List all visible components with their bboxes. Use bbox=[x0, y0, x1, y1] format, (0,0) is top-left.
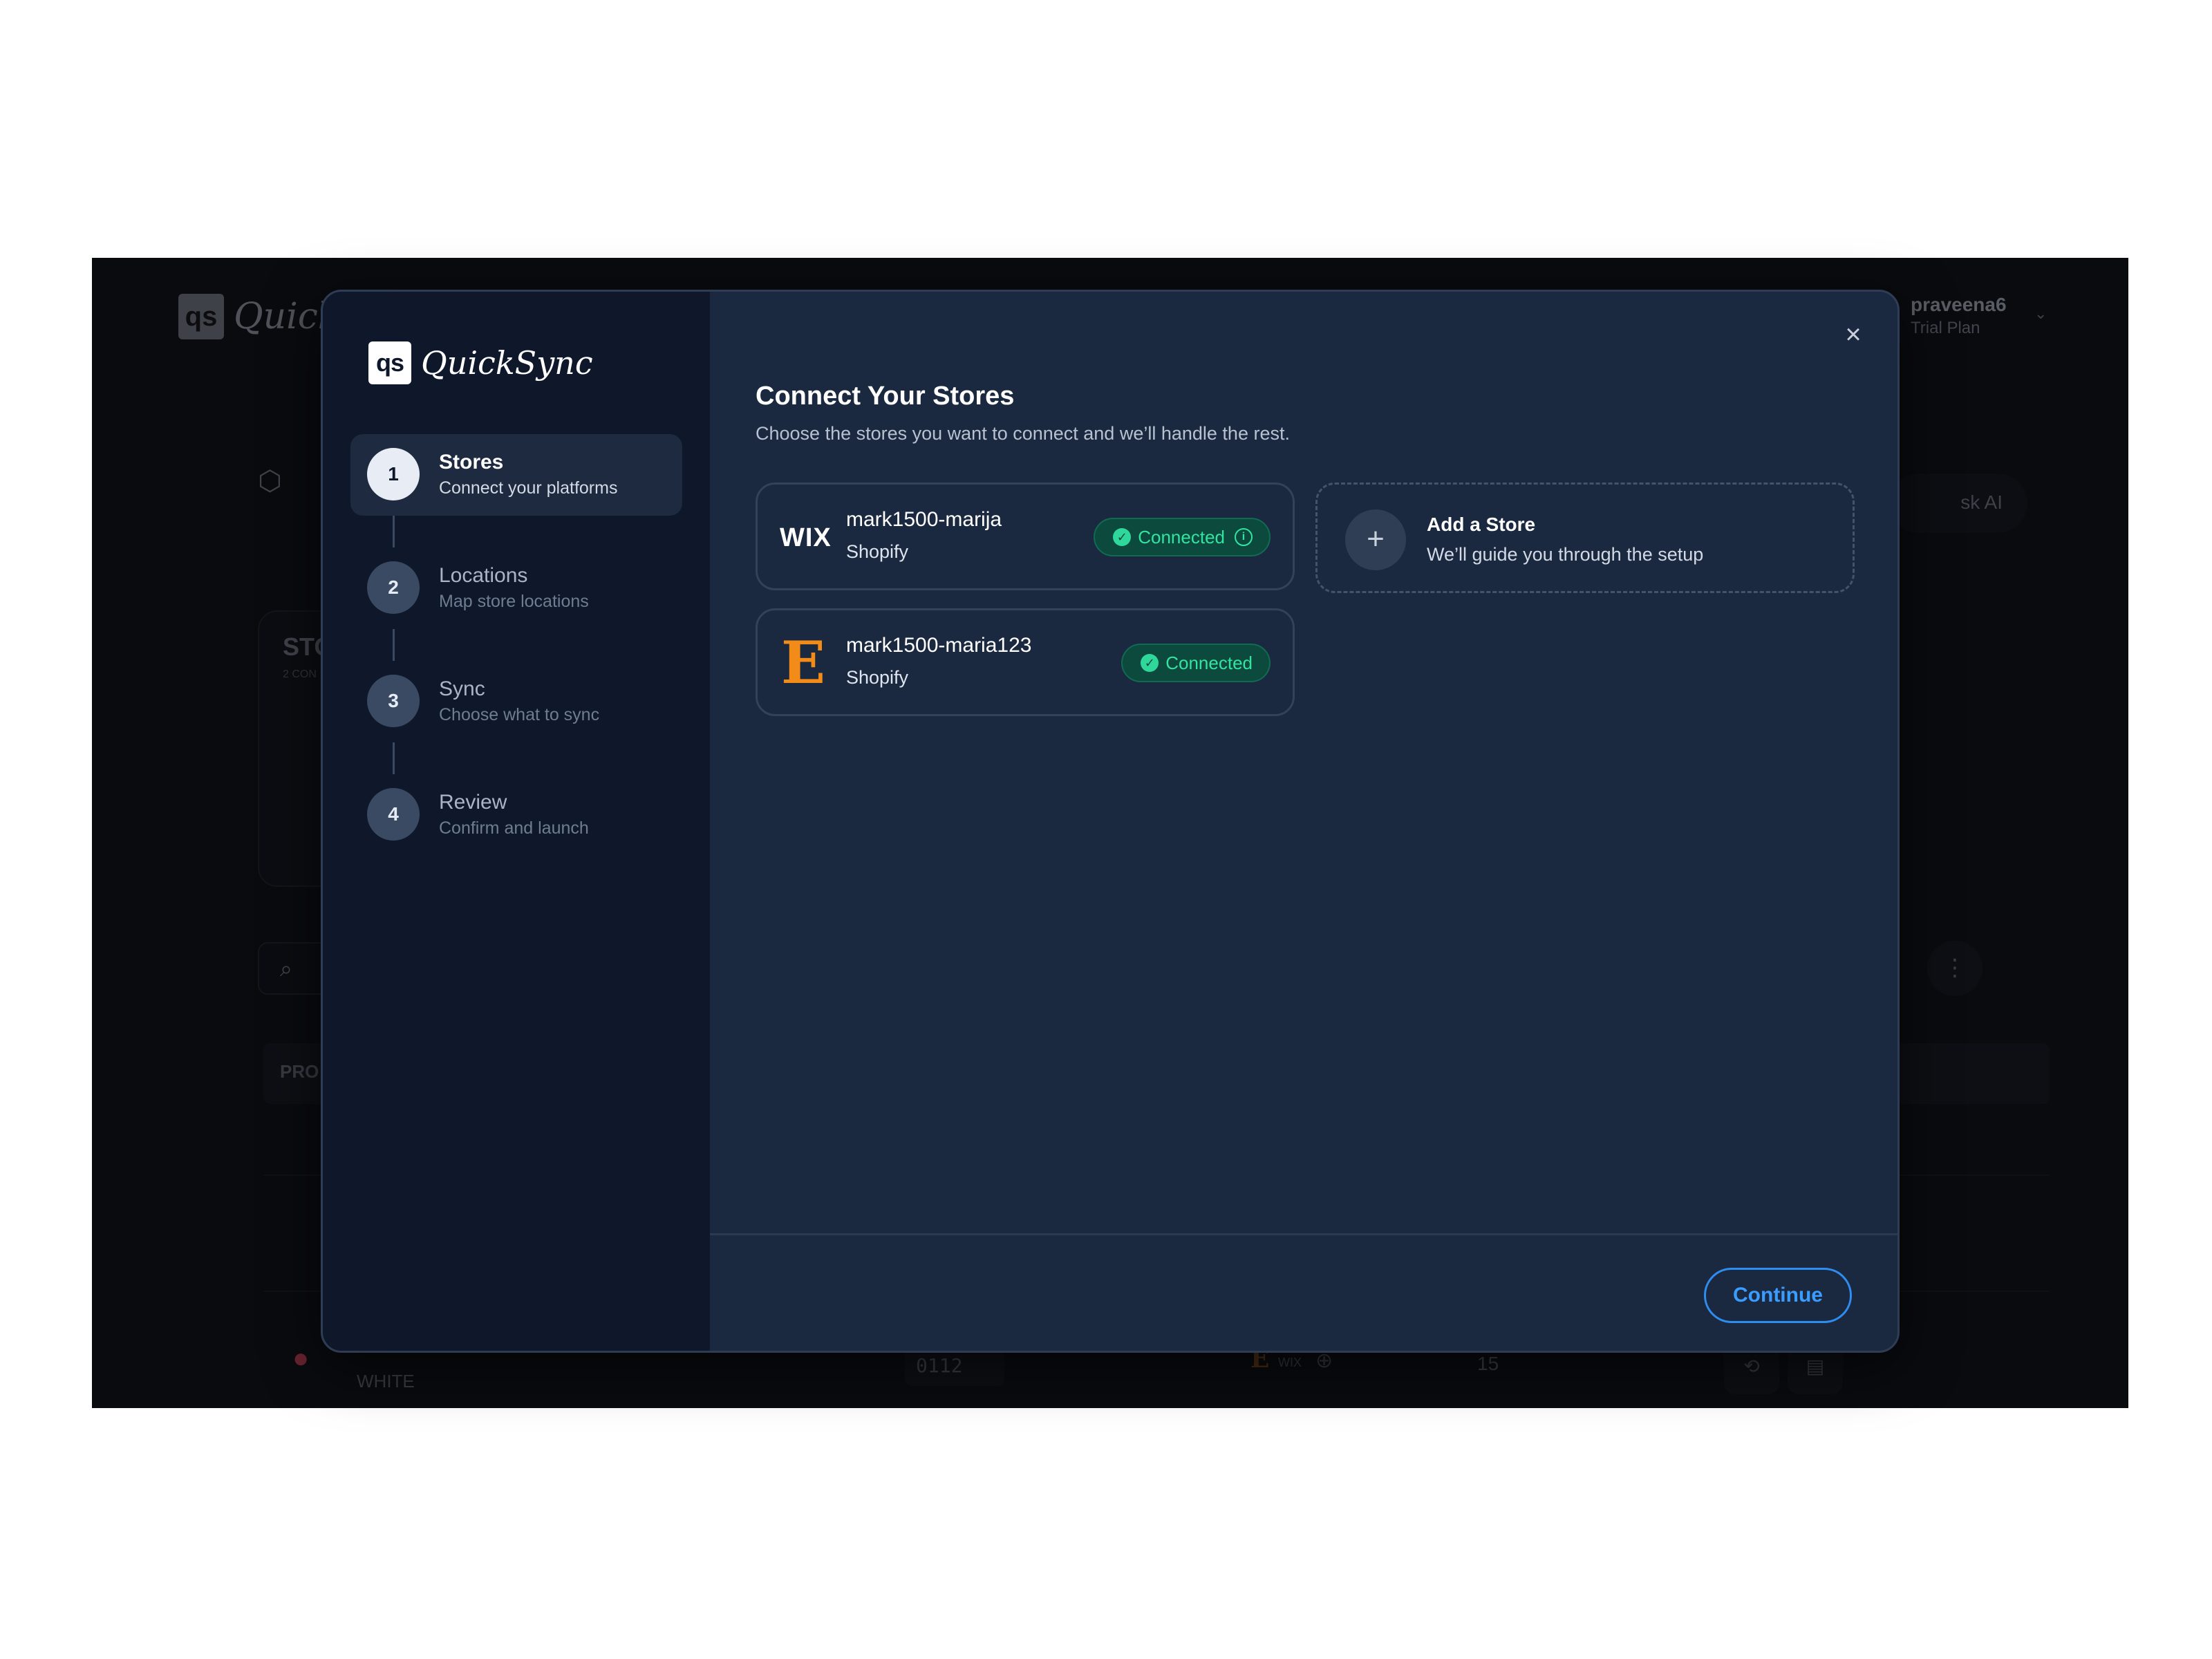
wix-logo-icon: WIX bbox=[780, 523, 832, 552]
info-icon[interactable]: i bbox=[1235, 528, 1253, 546]
row-quantity: 15 bbox=[1477, 1353, 1499, 1374]
step-stores[interactable]: 1 Stores Connect your platforms bbox=[350, 434, 682, 516]
add-store-subtitle: We’ll guide you through the setup bbox=[1427, 544, 1704, 565]
search-icon: ⌕ bbox=[280, 956, 292, 981]
chevron-down-icon[interactable]: ⌄ bbox=[2034, 305, 2047, 323]
cube-icon: ⬡ bbox=[258, 466, 282, 496]
store-platform: Shopify bbox=[846, 541, 909, 562]
page-subtitle: Choose the stores you want to connect an… bbox=[756, 423, 1290, 444]
quicksync-wordmark: QuickSync bbox=[421, 344, 593, 382]
step-connector bbox=[393, 516, 395, 547]
step-subtitle: Confirm and launch bbox=[439, 818, 589, 838]
step-locations[interactable]: 2 Locations Map store locations bbox=[350, 547, 682, 629]
more-options-button[interactable]: ⋮ bbox=[1927, 941, 1983, 996]
step-subtitle: Choose what to sync bbox=[439, 705, 600, 724]
store-card-etsy[interactable]: E mark1500-maria123 Shopify ✓ Connected bbox=[756, 608, 1295, 716]
step-connector bbox=[393, 742, 395, 774]
connect-stores-modal: qs QuickSync 1 Stores Connect your platf… bbox=[321, 290, 1900, 1353]
footer-divider bbox=[710, 1233, 1897, 1235]
stores-card-subtitle: 2 CON bbox=[283, 668, 317, 680]
step-sync[interactable]: 3 Sync Choose what to sync bbox=[350, 661, 682, 742]
step-connector bbox=[393, 629, 395, 661]
quicksync-logo-mark: qs bbox=[368, 341, 411, 384]
step-title: Sync bbox=[439, 677, 485, 700]
check-circle-icon: ✓ bbox=[1113, 528, 1132, 546]
ask-ai-button[interactable]: sk AI bbox=[1889, 474, 2027, 533]
user-name: praveena6 bbox=[1911, 294, 2007, 315]
user-menu[interactable]: praveena6 Trial Plan bbox=[1911, 294, 2007, 338]
user-plan: Trial Plan bbox=[1911, 319, 1980, 337]
etsy-logo-icon: E bbox=[781, 628, 826, 697]
step-number: 4 bbox=[367, 788, 420, 841]
store-name: mark1500-maria123 bbox=[846, 634, 1032, 657]
table-header-product: PRO bbox=[280, 1061, 319, 1082]
lock-icon: ● bbox=[292, 1343, 310, 1374]
app-logo-mark: qs bbox=[178, 294, 224, 339]
step-review[interactable]: 4 Review Confirm and launch bbox=[350, 774, 682, 856]
row-channel-wix: WIX bbox=[1278, 1356, 1302, 1369]
connected-badge: ✓ Connected i bbox=[1094, 518, 1271, 556]
close-button[interactable]: × bbox=[1835, 317, 1871, 353]
step-subtitle: Connect your platforms bbox=[439, 478, 618, 498]
quicksync-logo: qs QuickSync bbox=[368, 341, 593, 384]
page-title: Connect Your Stores bbox=[756, 382, 1015, 411]
step-number: 2 bbox=[367, 561, 420, 614]
wizard-sidebar: qs QuickSync 1 Stores Connect your platf… bbox=[323, 292, 710, 1351]
wizard-main: × Connect Your Stores Choose the stores … bbox=[710, 292, 1897, 1351]
step-title: Locations bbox=[439, 564, 528, 587]
store-platform: Shopify bbox=[846, 667, 909, 688]
connected-badge: ✓ Connected bbox=[1121, 644, 1271, 682]
step-number: 3 bbox=[367, 675, 420, 727]
step-subtitle: Map store locations bbox=[439, 592, 589, 611]
add-store-card[interactable]: + Add a Store We’ll guide you through th… bbox=[1315, 482, 1855, 593]
step-number: 1 bbox=[367, 448, 420, 500]
ask-ai-label: sk AI bbox=[1960, 491, 2003, 513]
step-title: Review bbox=[439, 791, 507, 814]
continue-button[interactable]: Continue bbox=[1704, 1268, 1852, 1323]
check-circle-icon: ✓ bbox=[1141, 654, 1159, 672]
add-store-title: Add a Store bbox=[1427, 514, 1536, 535]
wizard-steps: 1 Stores Connect your platforms 2 Locati… bbox=[350, 434, 682, 888]
store-card-wix[interactable]: WIX mark1500-marija Shopify ✓ Connected … bbox=[756, 482, 1295, 590]
row-variant: WHITE bbox=[357, 1371, 415, 1391]
step-title: Stores bbox=[439, 451, 504, 474]
store-name: mark1500-marija bbox=[846, 508, 1002, 531]
plus-icon: + bbox=[1345, 509, 1406, 570]
row-sku[interactable]: 0112 bbox=[905, 1347, 1004, 1386]
status-label: Connected bbox=[1165, 652, 1253, 673]
status-label: Connected bbox=[1138, 526, 1225, 547]
